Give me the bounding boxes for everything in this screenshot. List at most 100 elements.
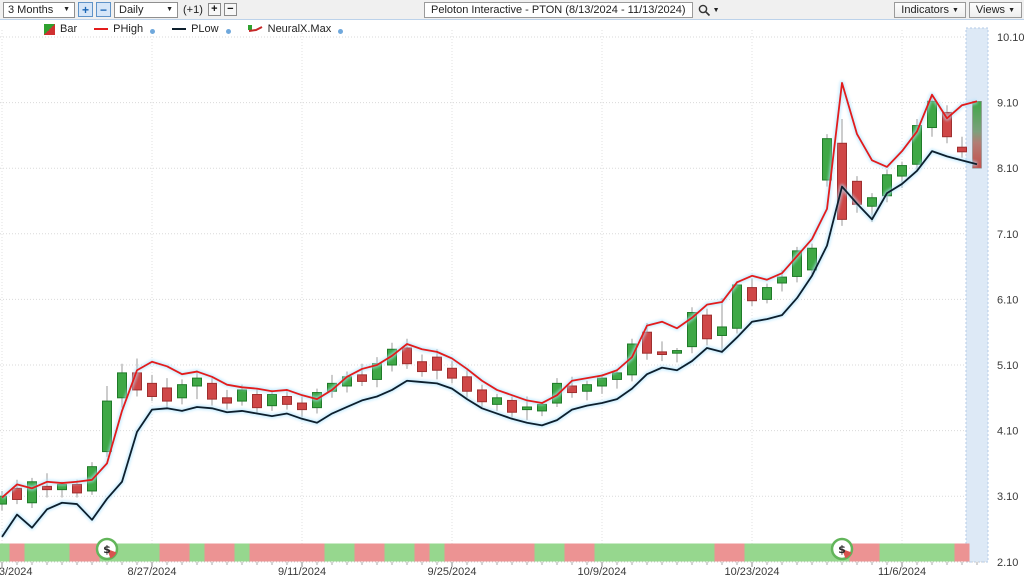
current-candle — [972, 100, 982, 169]
candle-body — [522, 406, 532, 411]
candle-body — [657, 351, 667, 356]
candle-body — [237, 389, 247, 402]
candle-body — [162, 387, 172, 402]
candle-body — [597, 377, 607, 387]
legend-label: PHigh — [113, 23, 144, 35]
step-forward-button[interactable]: + — [207, 3, 221, 16]
indicators-button-label: Indicators — [901, 4, 949, 16]
symbol-search[interactable]: ▼ — [698, 4, 720, 17]
candle-body — [672, 350, 682, 354]
legend-item-bar[interactable]: Bar — [44, 23, 77, 35]
symbol-title-group: Peloton Interactive - PTON (8/13/2024 - … — [424, 2, 720, 18]
candle-body — [402, 347, 412, 365]
price-chart-canvas[interactable]: 8/13/2024 8/27/2024 9/11/2024 9/25/2024 10/9… — [0, 20, 1024, 583]
candle-body — [222, 397, 232, 404]
x-axis-label: 8/13/2024 — [0, 566, 32, 578]
legend-item-phigh[interactable]: PHigh — [94, 23, 156, 35]
range-select[interactable]: 3 Months ▼ — [3, 1, 75, 18]
candle-body — [267, 394, 277, 407]
candle-body — [582, 384, 592, 392]
candle-body — [282, 395, 292, 405]
candle-body — [507, 399, 517, 413]
x-axis-label: 9/25/2024 — [428, 566, 477, 578]
bar-offset-label: (+1) — [183, 3, 203, 16]
x-axis-label: 11/6/2024 — [878, 566, 926, 578]
legend-label: PLow — [191, 23, 219, 35]
x-axis-label: 10/9/2024 — [578, 566, 627, 578]
dollar-icon: $ — [838, 543, 846, 556]
candle-body — [702, 314, 712, 340]
legend-item-neuralx-max[interactable]: NeuralX.Max — [247, 23, 344, 35]
toolbar: 3 Months ▼ + − Daily ▼ (+1) + − Peloton … — [0, 0, 1024, 20]
candle-body — [777, 276, 787, 284]
candle-body — [747, 287, 757, 302]
candle-body — [492, 397, 502, 405]
legend-settings-dot-icon[interactable] — [150, 28, 156, 34]
legend-settings-dot-icon[interactable] — [225, 28, 231, 34]
earnings-badge[interactable]: $ — [830, 537, 854, 561]
symbol-title[interactable]: Peloton Interactive - PTON (8/13/2024 - … — [424, 2, 693, 18]
range-select-value: 3 Months — [8, 3, 54, 16]
neuralx-max-icon — [247, 25, 263, 32]
x-axis: 8/13/2024 8/27/2024 9/11/2024 9/25/2024 10/9… — [0, 561, 985, 578]
plow-glow — [0, 148, 978, 539]
y-axis-label: 2.10 — [997, 557, 1018, 569]
candle-body — [177, 384, 187, 399]
views-button-label: Views — [975, 4, 1006, 16]
candle-body — [897, 165, 907, 177]
y-axis-label: 4.10 — [997, 426, 1018, 438]
legend-label: Bar — [60, 23, 78, 35]
candle-body — [192, 377, 202, 387]
y-axis-label: 3.10 — [997, 491, 1018, 503]
chart-legend: Bar PHigh PLow NeuralX.Max — [44, 23, 344, 35]
interval-select[interactable]: Daily ▼ — [114, 1, 178, 18]
zoom-out-button[interactable]: − — [96, 2, 111, 17]
candle-body — [417, 361, 427, 373]
candle-body — [72, 483, 82, 494]
candle-body — [432, 356, 442, 371]
search-icon — [698, 4, 710, 16]
candle-body — [477, 389, 487, 403]
views-button[interactable]: Views ▼ — [968, 2, 1022, 18]
y-axis-label: 9.10 — [997, 98, 1018, 110]
interval-select-value: Daily — [119, 3, 144, 16]
y-axis-label: 8.10 — [997, 163, 1018, 175]
zoom-in-button[interactable]: + — [78, 2, 93, 17]
chevron-down-icon: ▼ — [1008, 6, 1015, 14]
legend-settings-dot-icon[interactable] — [338, 28, 344, 34]
chevron-down-icon: ▼ — [166, 6, 173, 13]
candle-body — [252, 394, 262, 409]
legend-label: NeuralX.Max — [267, 23, 332, 35]
neuralx-signal-strip — [0, 543, 970, 562]
x-axis-label: 9/11/2024 — [278, 566, 326, 578]
y-axis-label: 7.10 — [997, 229, 1018, 241]
candle-body — [717, 326, 727, 336]
y-axis-label: 6.10 — [997, 294, 1018, 306]
indicators-button[interactable]: Indicators ▼ — [894, 2, 966, 18]
candle-body — [732, 284, 742, 329]
bar-series-icon — [44, 23, 55, 35]
candle-body — [147, 382, 157, 397]
candle-body — [867, 197, 877, 207]
dollar-icon: $ — [103, 543, 111, 556]
plow-line — [1, 150, 978, 538]
y-axis-label: 10.10 — [997, 32, 1024, 44]
candle-body — [297, 402, 307, 411]
candle-body — [117, 372, 127, 399]
chevron-down-icon: ▼ — [712, 6, 720, 14]
candle-body — [207, 382, 217, 400]
candle-body — [462, 376, 472, 392]
chevron-down-icon: ▼ — [63, 6, 70, 13]
step-back-button[interactable]: − — [223, 3, 237, 16]
candle-body — [447, 367, 457, 379]
earnings-badge[interactable]: $ — [95, 537, 119, 561]
chevron-down-icon: ▼ — [951, 6, 959, 14]
y-axis-label: 5.10 — [997, 360, 1018, 372]
candle-body — [762, 287, 772, 300]
candle-body — [357, 374, 367, 382]
phigh-line-icon — [94, 28, 109, 30]
x-axis-label: 10/23/2024 — [724, 566, 779, 578]
legend-item-plow[interactable]: PLow — [172, 23, 231, 35]
y-axis: 10.10 9.10 8.10 7.10 6.10 5.10 4.10 3.10 2.10 — [997, 32, 1024, 569]
plow-line-icon — [172, 28, 187, 30]
